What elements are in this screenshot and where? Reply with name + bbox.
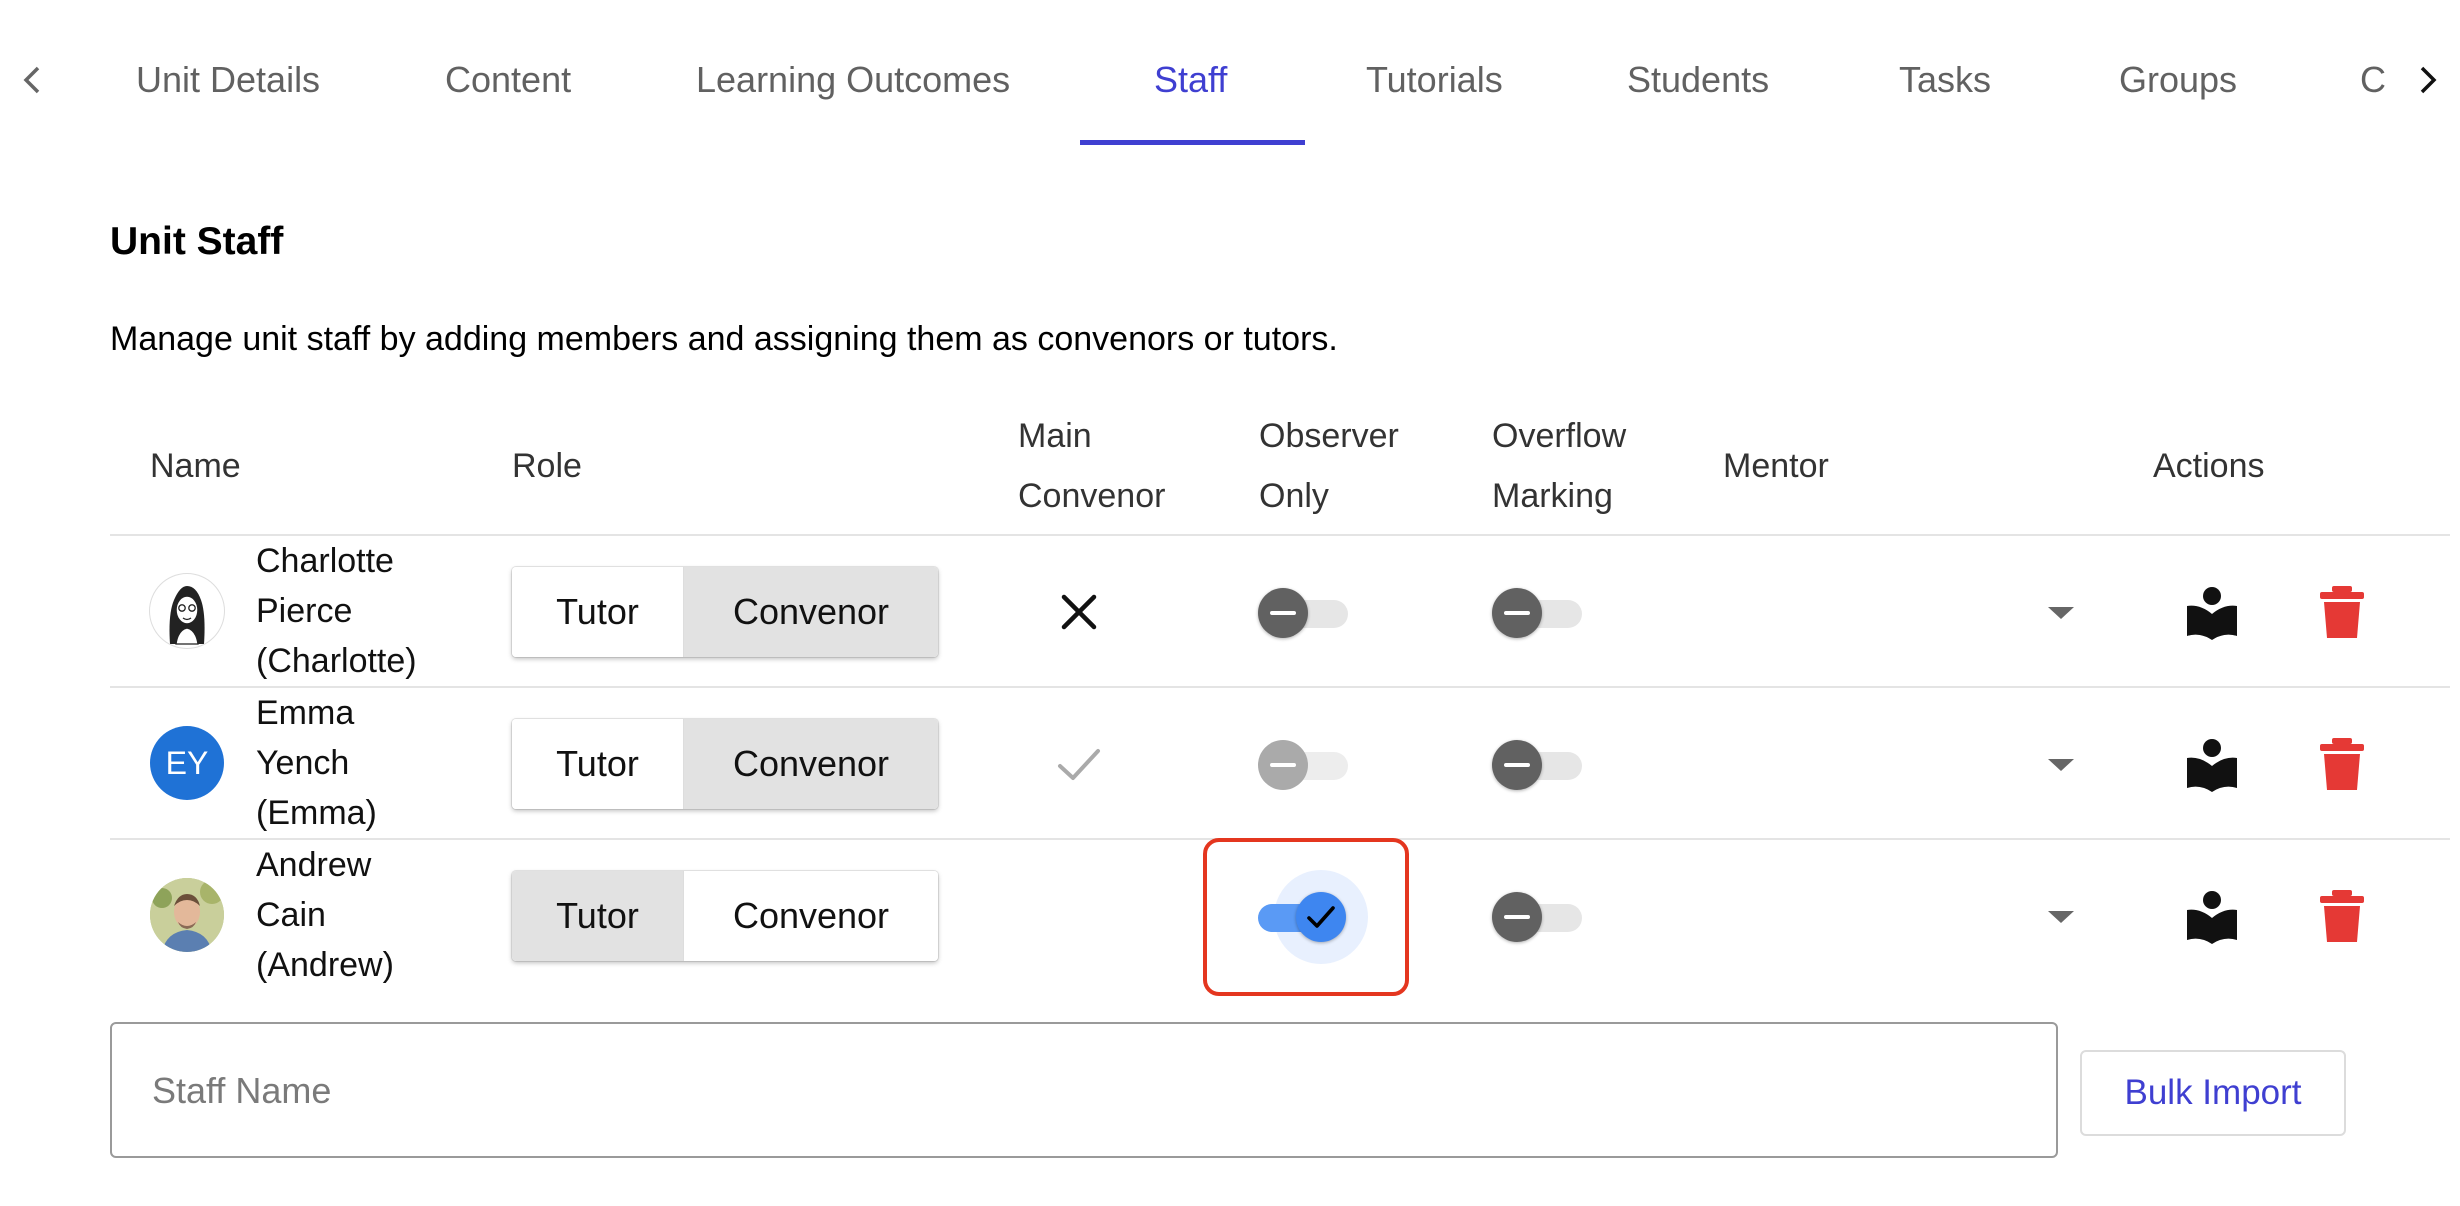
delete-trash-icon[interactable] [2314, 584, 2370, 640]
header-actions: Actions [2153, 447, 2265, 485]
role-convenor-button[interactable]: Convenor [684, 871, 938, 961]
mentor-dropdown-caret-icon[interactable] [2046, 603, 2076, 623]
header-role[interactable]: Role [512, 436, 582, 496]
overflow-marking-toggle[interactable] [1492, 892, 1584, 942]
role-toggle-group: Tutor Convenor [512, 719, 938, 809]
toggle-knob [1258, 740, 1308, 790]
staff-name-last: Cain [256, 896, 326, 934]
avatar [150, 878, 224, 952]
delete-trash-icon[interactable] [2314, 888, 2370, 944]
tab-learning-outcomes[interactable]: Learning Outcomes [696, 60, 1010, 100]
cross-icon[interactable] [1054, 587, 1104, 637]
staff-name-last: Yench [256, 744, 350, 782]
tab-staff[interactable]: Staff [1154, 60, 1227, 100]
avatar [150, 574, 224, 648]
staff-name-input[interactable] [150, 1060, 2014, 1122]
header-overflow-line2: Marking [1492, 477, 1613, 515]
tab-tutorials[interactable]: Tutorials [1366, 60, 1503, 100]
toggle-knob [1492, 740, 1542, 790]
toggle-knob [1492, 588, 1542, 638]
delete-trash-icon[interactable] [2314, 736, 2370, 792]
active-tab-indicator [1080, 140, 1305, 145]
tab-content[interactable]: Content [445, 60, 571, 100]
check-icon [1058, 749, 1100, 780]
book-reader-icon[interactable] [2184, 736, 2240, 792]
observer-only-toggle [1258, 740, 1350, 790]
mentor-dropdown-caret-icon[interactable] [2046, 907, 2076, 927]
role-toggle-group: Tutor Convenor [512, 567, 938, 657]
tab-truncated[interactable]: C [2360, 60, 2386, 100]
role-convenor-button[interactable]: Convenor [684, 719, 938, 809]
chevron-right-icon[interactable] [2408, 60, 2448, 100]
header-main-convenor-line1: Main [1018, 417, 1092, 455]
header-observer-line2: Only [1259, 477, 1329, 515]
check-icon [1307, 906, 1335, 928]
tab-tasks[interactable]: Tasks [1899, 60, 1991, 100]
staff-name-first: Emma [256, 694, 355, 732]
section-title: Unit Staff [110, 220, 284, 263]
staff-name-first: Charlotte [256, 542, 394, 580]
book-reader-icon[interactable] [2184, 888, 2240, 944]
role-tutor-button[interactable]: Tutor [512, 719, 684, 809]
chevron-left-icon[interactable] [12, 60, 52, 100]
tab-groups[interactable]: Groups [2119, 60, 2237, 100]
toggle-knob [1258, 588, 1308, 638]
sketch-portrait-icon [169, 586, 205, 645]
toggle-knob [1296, 892, 1346, 942]
header-mentor: Mentor [1723, 447, 1829, 485]
overflow-marking-toggle[interactable] [1492, 588, 1584, 638]
role-convenor-button[interactable]: Convenor [684, 567, 938, 657]
staff-name-nickname: (Emma) [256, 794, 377, 832]
tab-students[interactable]: Students [1627, 60, 1769, 100]
overflow-marking-toggle[interactable] [1492, 740, 1584, 790]
tab-unit-details[interactable]: Unit Details [136, 60, 320, 100]
role-tutor-button[interactable]: Tutor [512, 567, 684, 657]
tab-bar: Unit Details Content Learning Outcomes S… [0, 0, 2460, 146]
role-tutor-button[interactable]: Tutor [512, 871, 684, 961]
observer-only-toggle[interactable] [1258, 870, 1368, 964]
mentor-dropdown-caret-icon[interactable] [2046, 755, 2076, 775]
book-reader-icon[interactable] [2184, 584, 2240, 640]
section-description: Manage unit staff by adding members and … [110, 320, 1338, 358]
role-toggle-group: Tutor Convenor [512, 871, 938, 961]
bulk-import-button[interactable]: Bulk Import [2080, 1050, 2346, 1136]
photo-portrait-icon [150, 878, 224, 952]
row-divider [110, 686, 2450, 688]
staff-name-nickname: (Andrew) [256, 946, 394, 984]
staff-name-last: Pierce [256, 592, 353, 630]
observer-only-toggle[interactable] [1258, 588, 1350, 638]
header-overflow-line1: Overflow [1492, 417, 1627, 455]
staff-name-first: Andrew [256, 846, 372, 884]
header-name[interactable]: Name [150, 436, 241, 496]
staff-name-nickname: (Charlotte) [256, 642, 417, 680]
header-main-convenor-line2: Convenor [1018, 477, 1166, 515]
avatar: EY [150, 726, 224, 800]
toggle-knob [1492, 892, 1542, 942]
staff-name-field[interactable] [110, 1022, 2058, 1158]
header-observer-line1: Observer [1259, 417, 1399, 455]
row-divider [110, 534, 2450, 536]
